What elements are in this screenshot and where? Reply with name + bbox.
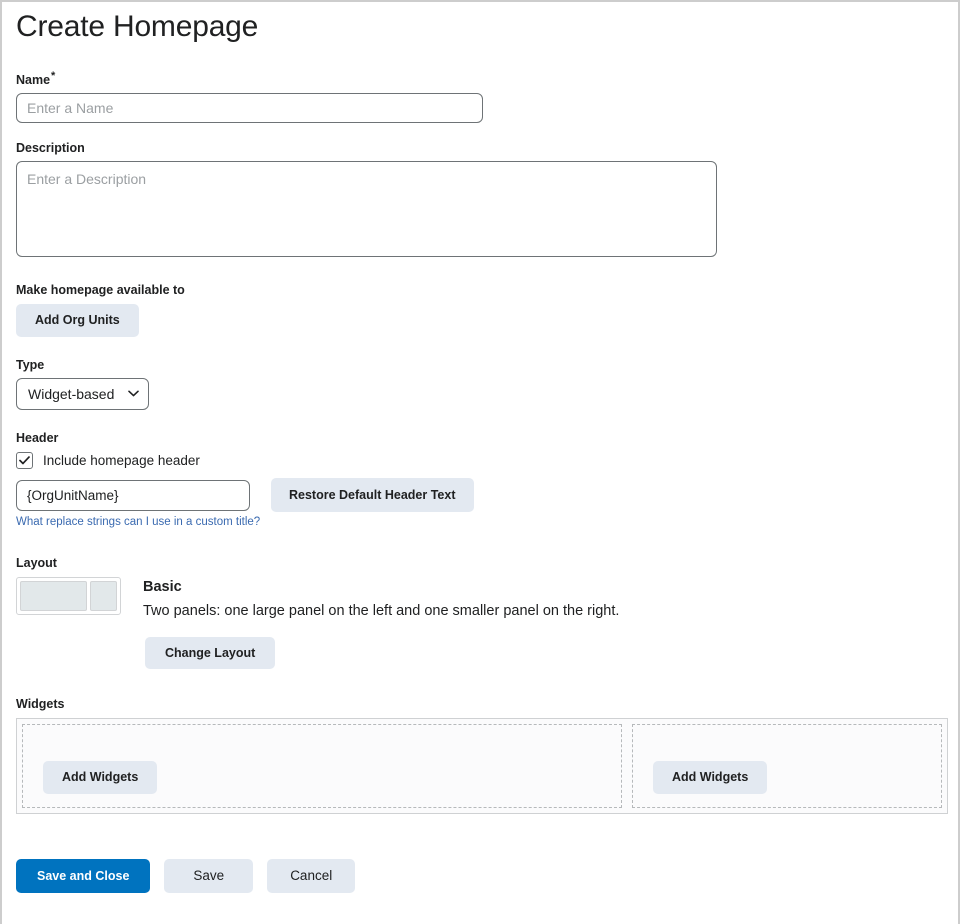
- save-and-close-button[interactable]: Save and Close: [16, 859, 151, 894]
- availability-group: Make homepage available to Add Org Units: [16, 282, 944, 338]
- include-homepage-header-label[interactable]: Include homepage header: [43, 453, 200, 468]
- cancel-button[interactable]: Cancel: [267, 859, 356, 894]
- layout-preview-row: Basic Two panels: one large panel on the…: [16, 577, 944, 622]
- form-container: Create Homepage Name* Description Make h…: [2, 2, 958, 907]
- layout-text-block: Basic Two panels: one large panel on the…: [143, 577, 619, 622]
- widgets-label: Widgets: [16, 697, 65, 712]
- include-homepage-header-checkbox[interactable]: [16, 452, 33, 470]
- restore-default-header-text-button[interactable]: Restore Default Header Text: [271, 478, 474, 513]
- availability-label: Make homepage available to: [16, 283, 185, 298]
- name-label-text: Name: [16, 73, 51, 88]
- required-asterisk: *: [51, 70, 56, 82]
- widget-drop-panel-right[interactable]: Add Widgets: [632, 724, 942, 809]
- create-homepage-page: Create Homepage Name* Description Make h…: [0, 0, 960, 924]
- save-button[interactable]: Save: [164, 859, 254, 894]
- widget-drop-panel-left[interactable]: Add Widgets: [22, 724, 622, 809]
- description-label: Description: [16, 141, 85, 156]
- widgets-group: Widgets Add Widgets Add Widgets: [16, 696, 948, 815]
- header-group: Header Include homepage header Restore D…: [16, 430, 944, 530]
- replace-strings-help-link[interactable]: What replace strings can I use in a cust…: [16, 516, 260, 528]
- add-widgets-button-right[interactable]: Add Widgets: [653, 761, 768, 795]
- two-panel-layout-icon[interactable]: [16, 577, 121, 616]
- header-title-input[interactable]: [16, 479, 250, 511]
- name-input[interactable]: [16, 93, 483, 124]
- header-label: Header: [16, 431, 59, 446]
- page-title: Create Homepage: [16, 10, 259, 43]
- layout-panel-large: [20, 581, 87, 612]
- layout-description: Two panels: one large panel on the left …: [143, 603, 620, 620]
- layout-name: Basic: [143, 579, 182, 596]
- check-icon: [19, 456, 30, 465]
- type-label: Type: [16, 358, 45, 373]
- widgets-layout-container: Add Widgets Add Widgets: [16, 718, 948, 815]
- header-title-row: Restore Default Header Text: [16, 478, 944, 513]
- include-header-row: Include homepage header: [16, 452, 944, 470]
- name-label: Name*: [16, 68, 944, 88]
- form-action-bar: Save and Close Save Cancel: [16, 859, 944, 907]
- add-org-units-button[interactable]: Add Org Units: [16, 304, 139, 338]
- type-group: Type Widget-based: [16, 357, 944, 411]
- layout-panel-small: [90, 581, 117, 612]
- description-input[interactable]: [16, 161, 717, 258]
- type-select[interactable]: Widget-based: [16, 378, 149, 411]
- add-widgets-button-left[interactable]: Add Widgets: [43, 761, 158, 795]
- layout-group: Layout Basic Two panels: one large panel…: [16, 555, 944, 670]
- type-select-wrapper: Widget-based: [16, 378, 149, 411]
- change-layout-row: Change Layout: [145, 637, 944, 670]
- name-field-group: Name*: [16, 68, 944, 124]
- description-field-group: Description: [16, 140, 944, 262]
- change-layout-button[interactable]: Change Layout: [145, 637, 276, 670]
- layout-label: Layout: [16, 556, 57, 571]
